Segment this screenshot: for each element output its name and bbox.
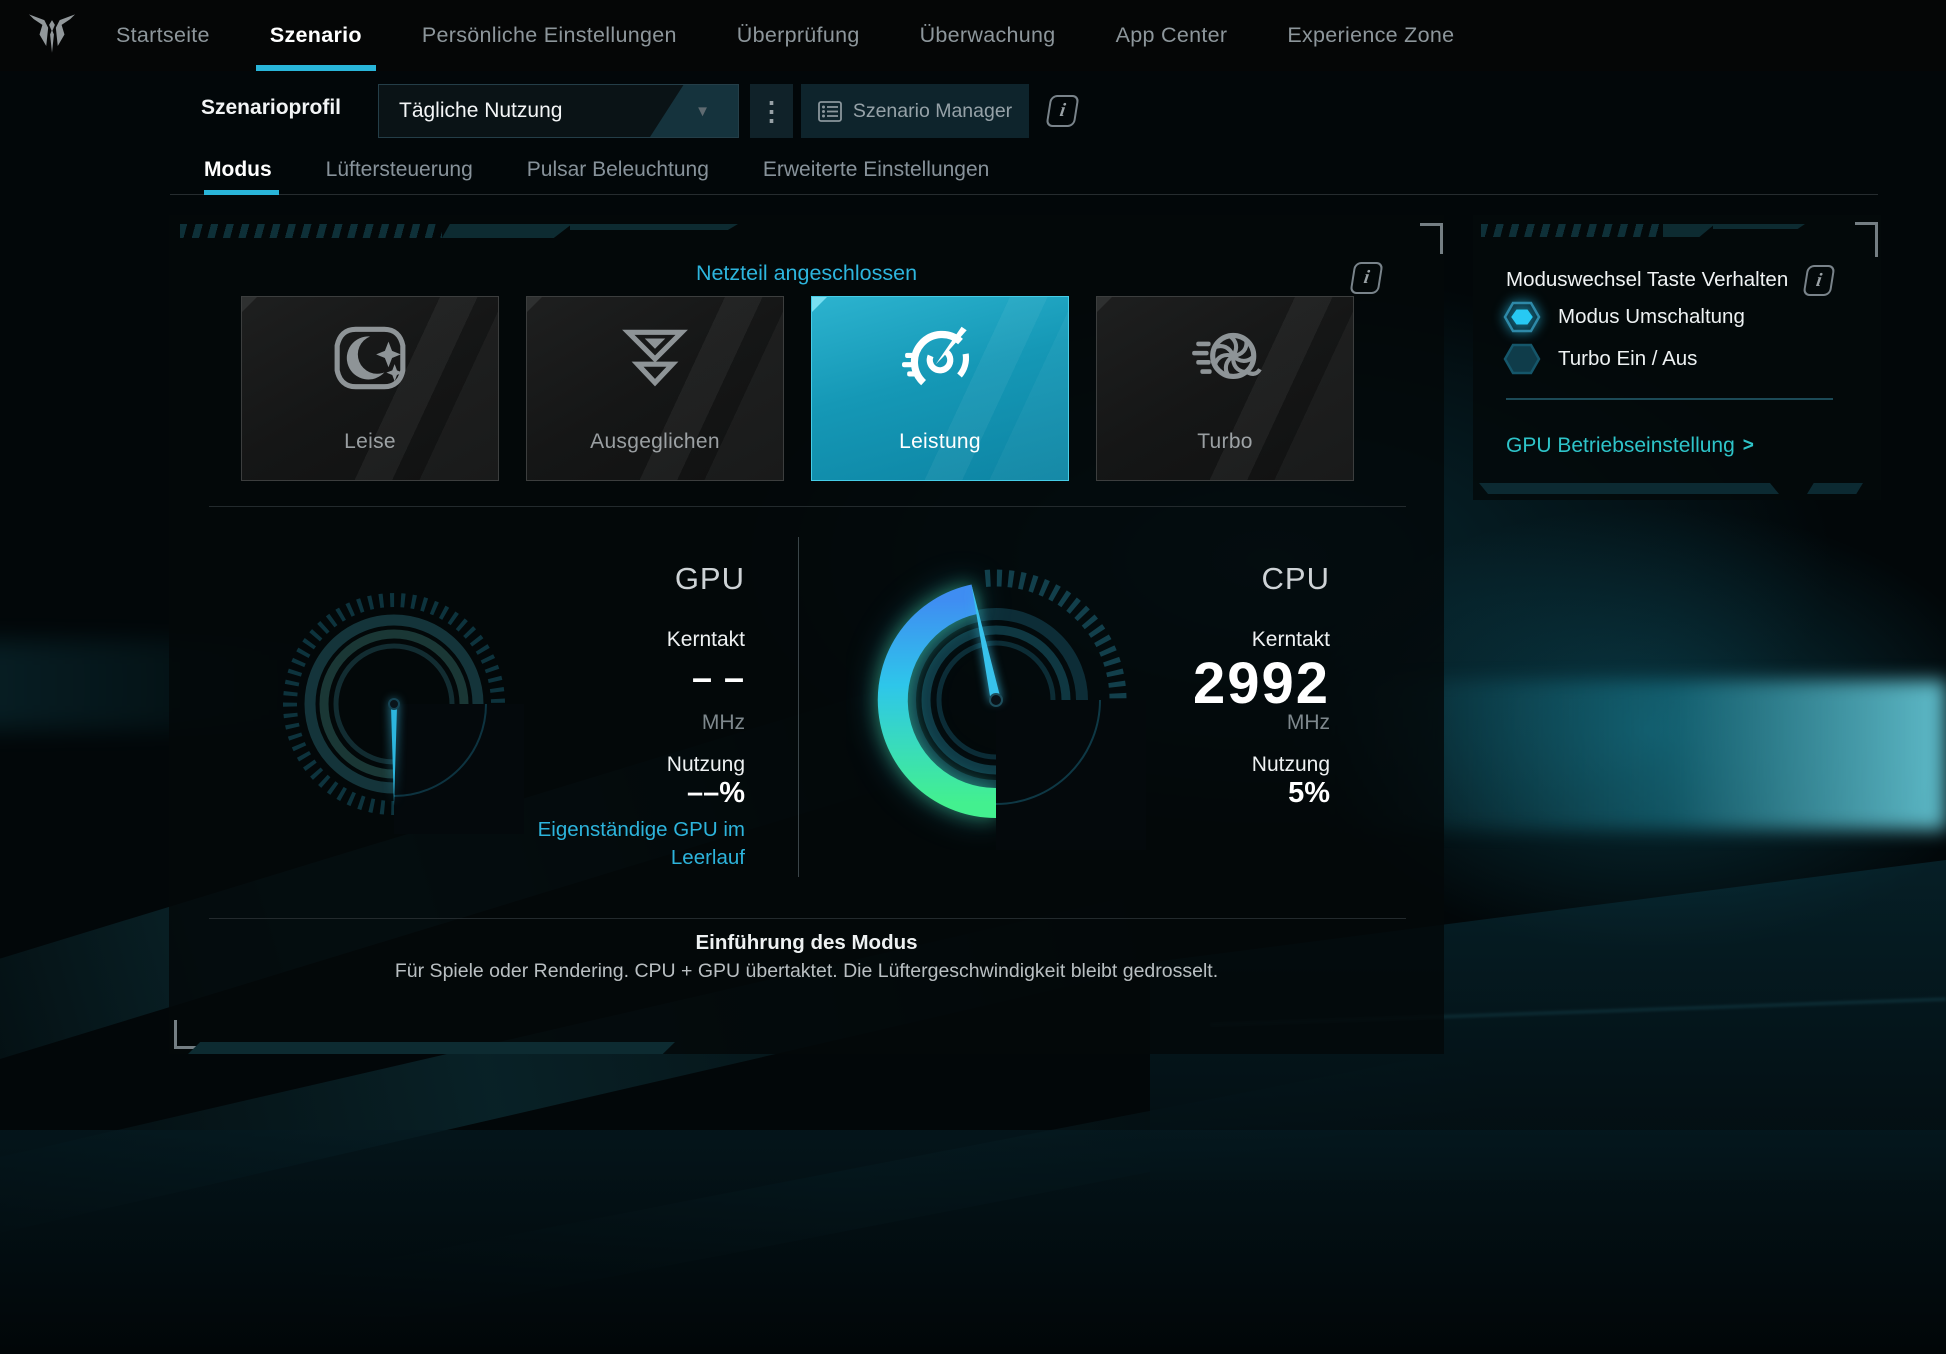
deco-bottom-bar bbox=[188, 1042, 675, 1054]
deco-bottom-bar bbox=[1479, 483, 1779, 494]
corner-bracket-icon bbox=[1420, 223, 1443, 254]
mode-label: Ausgeglichen bbox=[527, 430, 783, 454]
nav-item-startseite[interactable]: Startseite bbox=[86, 0, 240, 71]
profile-info-icon[interactable]: i bbox=[1045, 95, 1079, 127]
nav-item-experience-zone[interactable]: Experience Zone bbox=[1257, 0, 1484, 71]
gpu-clock-label: Kerntakt bbox=[667, 628, 745, 652]
predator-triangles-icon bbox=[527, 319, 783, 397]
list-icon bbox=[818, 101, 842, 122]
tab-modus[interactable]: Modus bbox=[204, 145, 299, 195]
tab-erweiterte-einstellungen[interactable]: Erweiterte Einstellungen bbox=[736, 145, 1016, 195]
mode-switch-panel: Moduswechsel Taste Verhalten i Modus Ums… bbox=[1473, 215, 1881, 500]
nav-item-ueberwachung[interactable]: Überwachung bbox=[890, 0, 1086, 71]
chevron-right-icon: > bbox=[1743, 435, 1754, 457]
mode-label: Turbo bbox=[1097, 430, 1353, 454]
mode-card-ausgeglichen[interactable]: Ausgeglichen bbox=[526, 296, 784, 481]
hexagon-radio-selected-icon bbox=[1503, 301, 1541, 333]
mode-card-row: Leise Ausgeglichen bbox=[241, 296, 1354, 481]
cpu-usage-label: Nutzung bbox=[1252, 753, 1330, 777]
dropdown-selected-value: Tägliche Nutzung bbox=[399, 99, 562, 123]
mode-info-icon[interactable]: i bbox=[1349, 262, 1383, 294]
gpu-gauge bbox=[264, 574, 524, 834]
scenario-manager-button[interactable]: Szenario Manager bbox=[801, 84, 1029, 138]
nav-item-ueberpruefung[interactable]: Überprüfung bbox=[707, 0, 890, 71]
predator-logo-icon[interactable] bbox=[28, 12, 76, 58]
more-options-button[interactable]: ⋮ bbox=[750, 84, 793, 138]
cpu-gauge bbox=[846, 550, 1146, 850]
moon-sparkles-icon bbox=[242, 319, 498, 397]
fan-icon bbox=[1097, 319, 1353, 397]
link-label: GPU Betriebseinstellung bbox=[1506, 434, 1735, 458]
cpu-usage-value: 5% bbox=[1288, 777, 1330, 810]
gpu-clock-unit: MHz bbox=[702, 711, 745, 735]
deco-bar bbox=[1663, 224, 1715, 237]
radio-turbo-ein-aus[interactable]: Turbo Ein / Aus bbox=[1503, 343, 1697, 375]
kebab-menu-icon: ⋮ bbox=[759, 96, 785, 127]
predatorsense-window: Startseite Szenario Persönliche Einstell… bbox=[0, 0, 1946, 1354]
deco-bottom-bar bbox=[1807, 483, 1863, 494]
nav-item-szenario[interactable]: Szenario bbox=[240, 0, 392, 71]
scenario-tabs: Modus Lüftersteuerung Pulsar Beleuchtung… bbox=[204, 145, 1016, 195]
deco-bar-thin bbox=[1713, 224, 1805, 229]
gpu-idle-note: Eigenständige GPU im Leerlauf bbox=[483, 816, 745, 871]
radio-label: Turbo Ein / Aus bbox=[1558, 347, 1697, 371]
radio-label: Modus Umschaltung bbox=[1558, 305, 1745, 329]
tab-pulsar-beleuchtung[interactable]: Pulsar Beleuchtung bbox=[500, 145, 736, 195]
nav-item-app-center[interactable]: App Center bbox=[1086, 0, 1258, 71]
corner-bracket-icon bbox=[1855, 222, 1878, 257]
cpu-clock-unit: MHz bbox=[1287, 711, 1330, 735]
power-status-text: Netzteil angeschlossen bbox=[169, 261, 1444, 286]
hatch-decoration bbox=[1481, 224, 1663, 237]
section-divider bbox=[209, 506, 1406, 507]
gpu-usage-label: Nutzung bbox=[667, 753, 745, 777]
tab-luftersteuerung[interactable]: Lüftersteuerung bbox=[299, 145, 500, 195]
scenario-profile-dropdown[interactable]: Tägliche Nutzung ▼ bbox=[378, 84, 739, 138]
cpu-clock-value: 2992 bbox=[1193, 650, 1330, 717]
mode-label: Leistung bbox=[812, 430, 1068, 454]
deco-bar bbox=[442, 224, 572, 238]
speedometer-icon bbox=[812, 319, 1068, 397]
scenario-profile-label: Szenarioprofil bbox=[201, 71, 341, 145]
gpu-operation-settings-link[interactable]: GPU Betriebseinstellung > bbox=[1506, 434, 1754, 458]
gpu-clock-value: – – bbox=[692, 657, 745, 699]
mode-label: Leise bbox=[242, 430, 498, 454]
mode-card-turbo[interactable]: Turbo bbox=[1096, 296, 1354, 481]
radio-modus-umschaltung[interactable]: Modus Umschaltung bbox=[1503, 301, 1745, 333]
corner-bracket-icon bbox=[174, 1020, 197, 1049]
dropdown-cap: ▼ bbox=[650, 85, 738, 137]
side-panel-divider bbox=[1506, 398, 1833, 400]
nav-item-persoenliche-einstellungen[interactable]: Persönliche Einstellungen bbox=[392, 0, 707, 71]
chevron-down-icon: ▼ bbox=[695, 103, 710, 120]
hexagon-radio-icon bbox=[1503, 343, 1541, 375]
nav-menu: Startseite Szenario Persönliche Einstell… bbox=[86, 0, 1484, 71]
gpu-usage-value: ––% bbox=[687, 777, 745, 810]
mode-panel: Netzteil angeschlossen i Leise bbox=[169, 215, 1444, 1054]
section-divider bbox=[209, 918, 1406, 919]
gauge-divider bbox=[798, 537, 799, 877]
cpu-clock-label: Kerntakt bbox=[1252, 628, 1330, 652]
mode-card-leistung[interactable]: Leistung bbox=[811, 296, 1069, 481]
top-nav: Startseite Szenario Persönliche Einstell… bbox=[0, 0, 1946, 71]
mode-switch-title: Moduswechsel Taste Verhalten bbox=[1506, 268, 1788, 292]
mode-intro-description: Für Spiele oder Rendering. CPU + GPU übe… bbox=[169, 960, 1444, 983]
mode-card-leise[interactable]: Leise bbox=[241, 296, 499, 481]
hatch-decoration bbox=[180, 224, 442, 238]
mode-switch-info-icon[interactable]: i bbox=[1803, 265, 1836, 296]
deco-bar-thin bbox=[570, 224, 738, 230]
mode-intro-title: Einführung des Modus bbox=[169, 931, 1444, 955]
gpu-title: GPU bbox=[675, 561, 745, 597]
scenario-manager-label: Szenario Manager bbox=[853, 100, 1012, 123]
cpu-title: CPU bbox=[1262, 561, 1330, 597]
